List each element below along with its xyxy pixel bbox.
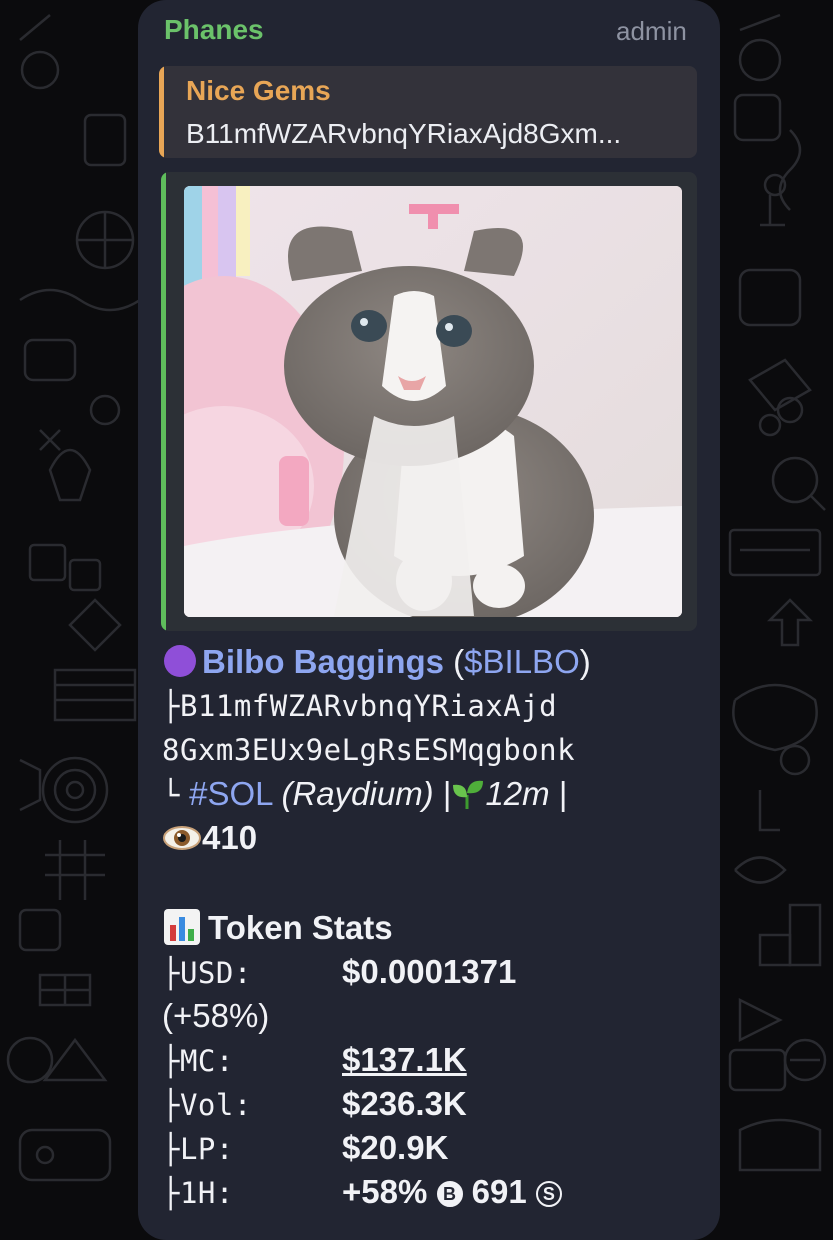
chain-line: └ #SOL (Raydium) | 12m | [162, 772, 712, 816]
eye-icon [163, 826, 201, 850]
dex-name: (Raydium) [281, 775, 434, 812]
address-prefix: ├ [162, 689, 180, 723]
lp-value: $20.9K [342, 1129, 449, 1166]
token-title-line: Bilbo Baggings ($BILBO) [162, 640, 712, 684]
chain-prefix: └ [162, 778, 180, 812]
vol-row: ├Vol: $236.3K [162, 1082, 712, 1126]
preview-accent-bar [161, 172, 166, 631]
reply-accent-bar [159, 66, 164, 158]
token-address-part2[interactable]: 8Gxm3EUx9eLgRsESMqgbonk [162, 733, 575, 767]
mc-label: ├MC: [162, 1044, 234, 1078]
token-address-part1[interactable]: B11mfWZARvbnqYRiaxAjd [180, 689, 557, 723]
usd-change-row: (+58%) [162, 994, 712, 1038]
sells-badge-icon: S [535, 1181, 562, 1208]
mc-row: ├MC: $137.1K [162, 1038, 712, 1082]
purple-circle-icon [164, 645, 196, 677]
h1-change: +58% [342, 1173, 428, 1210]
views-line: 410 [162, 816, 712, 860]
token-age: 12m [485, 775, 550, 812]
bar-chart-icon [164, 909, 200, 945]
usd-change: (+58%) [162, 997, 270, 1034]
ticker-open-paren: ( [453, 643, 465, 680]
kitten-photo[interactable] [184, 186, 682, 617]
vol-value: $236.3K [342, 1085, 467, 1122]
message-text: Bilbo Baggings ($BILBO) ├B11mfWZARvbnqYR… [162, 640, 712, 1214]
mc-value-link[interactable]: $137.1K [342, 1041, 467, 1078]
usd-label: ├USD: [162, 956, 252, 990]
stats-heading: Token Stats [208, 909, 393, 946]
stats-heading-line: Token Stats [162, 906, 712, 950]
reply-text: B11mfWZARvbnqYRiaxAjd8Gxm... [186, 118, 622, 149]
views-count: 410 [202, 819, 258, 856]
admin-badge: admin [616, 16, 687, 46]
separator: | [442, 775, 452, 812]
h1-buys: 691 [471, 1173, 527, 1210]
usd-row: ├USD: $0.0001371 [162, 950, 712, 994]
token-name-link[interactable]: Bilbo Baggings [202, 643, 444, 680]
h1-row: ├1H: +58% B 691 S [162, 1170, 712, 1214]
chain-hashtag[interactable]: #SOL [189, 775, 272, 812]
reply-title: Nice Gems [186, 75, 331, 106]
separator-2: | [558, 775, 568, 812]
h1-label: ├1H: [162, 1176, 234, 1210]
lp-row: ├LP: $20.9K [162, 1126, 712, 1170]
buys-badge-icon: B [436, 1181, 463, 1208]
ticker-close-paren: ) [579, 643, 591, 680]
seedling-icon [453, 780, 484, 809]
lp-label: ├LP: [162, 1132, 234, 1166]
vol-label: ├Vol: [162, 1088, 252, 1122]
address-line-1[interactable]: ├B11mfWZARvbnqYRiaxAjd [162, 684, 712, 728]
sender-name[interactable]: Phanes [164, 14, 264, 46]
reply-quote[interactable]: Nice Gems B11mfWZARvbnqYRiaxAjd8Gxm... [159, 66, 697, 158]
ticker-link[interactable]: $BILBO [464, 643, 580, 680]
usd-value: $0.0001371 [342, 953, 517, 990]
address-line-2[interactable]: 8Gxm3EUx9eLgRsESMqgbonk [162, 728, 712, 772]
link-preview[interactable] [161, 172, 697, 631]
